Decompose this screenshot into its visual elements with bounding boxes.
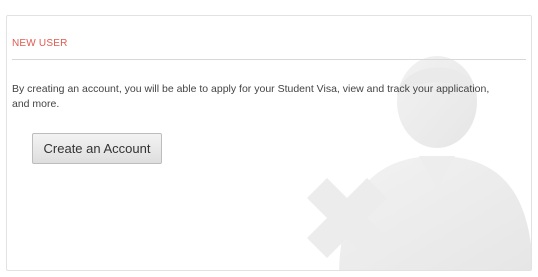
panel-title: NEW USER xyxy=(12,38,68,49)
panel-description: By creating an account, you will be able… xyxy=(12,83,490,110)
new-user-panel: NEW USER By creating an account, you wil… xyxy=(6,15,532,271)
create-account-button[interactable]: Create an Account xyxy=(32,133,162,164)
user-add-icon xyxy=(307,56,531,270)
title-divider xyxy=(12,59,526,60)
